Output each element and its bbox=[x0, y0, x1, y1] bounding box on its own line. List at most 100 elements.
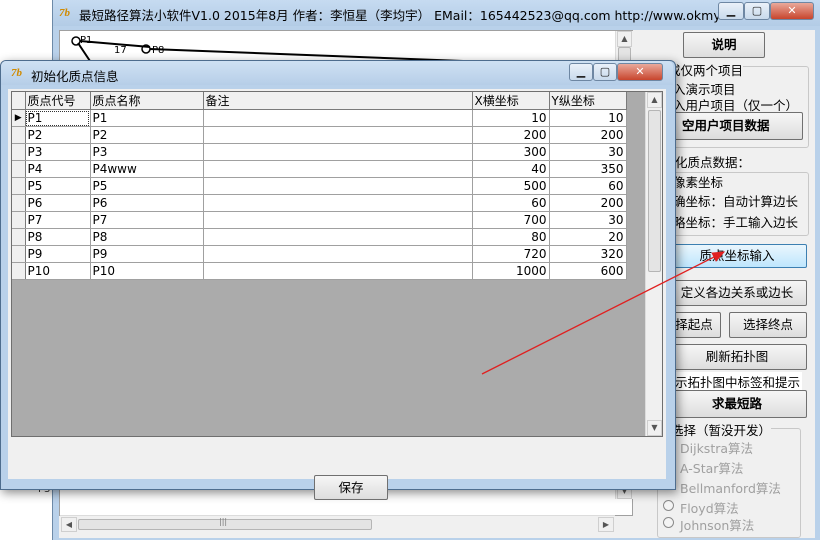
cell-name[interactable]: P1 bbox=[90, 109, 204, 127]
table-row[interactable]: P6 P6 60 200 bbox=[12, 194, 646, 212]
table-row[interactable]: P8 P8 80 20 bbox=[12, 228, 646, 246]
edge-label: 17 bbox=[114, 45, 127, 56]
rough-coord-option[interactable]: 略坐标：手工输入边长 bbox=[673, 212, 798, 231]
cell-note[interactable] bbox=[203, 194, 473, 212]
cell-x[interactable]: 200 bbox=[472, 126, 550, 144]
cell-note[interactable] bbox=[203, 160, 473, 178]
cell-y[interactable]: 600 bbox=[549, 262, 627, 280]
scroll-left-button[interactable]: ◀ bbox=[61, 517, 77, 532]
cell-code[interactable]: P7 bbox=[25, 211, 91, 229]
cell-note[interactable] bbox=[203, 245, 473, 263]
cell-code[interactable]: P8 bbox=[25, 228, 91, 246]
cell-x[interactable]: 500 bbox=[472, 177, 550, 195]
main-close-button[interactable]: ✕ bbox=[770, 2, 814, 20]
cell-note[interactable] bbox=[203, 109, 473, 127]
pixel-coord-option[interactable]: 像素坐标 bbox=[673, 172, 723, 191]
shortest-path-button[interactable]: 求最短路 bbox=[667, 390, 807, 418]
cell-name[interactable]: P3 bbox=[90, 143, 204, 161]
cell-name[interactable]: P9 bbox=[90, 245, 204, 263]
cell-note[interactable] bbox=[203, 211, 473, 229]
cell-code[interactable]: P9 bbox=[25, 245, 91, 263]
cell-x[interactable]: 720 bbox=[472, 245, 550, 263]
grid-scroll-thumb[interactable] bbox=[648, 110, 661, 272]
cell-code[interactable]: P2 bbox=[25, 126, 91, 144]
scroll-up-button[interactable]: ▲ bbox=[617, 31, 632, 47]
cell-y[interactable]: 30 bbox=[549, 211, 627, 229]
refresh-topology-button[interactable]: 刷新拓扑图 bbox=[667, 344, 807, 370]
cell-code[interactable]: P4 bbox=[25, 160, 91, 178]
coord-input-button[interactable]: 质点坐标输入 bbox=[667, 244, 807, 268]
dialog-minimize-button[interactable]: ▁ bbox=[569, 63, 593, 81]
cell-code[interactable]: P5 bbox=[25, 177, 91, 195]
select-end-button[interactable]: 选择终点 bbox=[729, 312, 807, 338]
cell-y[interactable]: 350 bbox=[549, 160, 627, 178]
save-button[interactable]: 保存 bbox=[314, 475, 388, 500]
cell-name[interactable]: P4www bbox=[90, 160, 204, 178]
cell-name[interactable]: P6 bbox=[90, 194, 204, 212]
cell-code[interactable]: P3 bbox=[25, 143, 91, 161]
table-row[interactable]: P4 P4www 40 350 bbox=[12, 160, 646, 178]
table-row[interactable]: P5 P5 500 60 bbox=[12, 177, 646, 195]
cell-y[interactable]: 320 bbox=[549, 245, 627, 263]
cell-code[interactable]: P6 bbox=[25, 194, 91, 212]
cell-note[interactable] bbox=[203, 262, 473, 280]
table-row[interactable]: ▶ P1 P1 10 10 bbox=[12, 109, 646, 127]
column-header[interactable]: X横坐标 bbox=[472, 92, 550, 110]
canvas-horizontal-scrollbar[interactable]: ◀ ||| ▶ bbox=[60, 515, 615, 533]
cell-y[interactable]: 10 bbox=[549, 109, 627, 127]
cell-note[interactable] bbox=[203, 177, 473, 195]
cell-x[interactable]: 1000 bbox=[472, 262, 550, 280]
table-row[interactable]: P10 P10 1000 600 bbox=[12, 262, 646, 280]
cell-y[interactable]: 60 bbox=[549, 177, 627, 195]
cell-note[interactable] bbox=[203, 126, 473, 144]
column-header[interactable]: 质点名称 bbox=[90, 92, 204, 110]
table-row[interactable]: P7 P7 700 30 bbox=[12, 211, 646, 229]
cell-code[interactable]: P1 bbox=[25, 109, 91, 127]
scroll-thumb-horizontal[interactable]: ||| bbox=[78, 517, 372, 530]
main-minimize-button[interactable]: ▁ bbox=[718, 2, 744, 20]
dialog-close-button[interactable]: ✕ bbox=[617, 63, 663, 81]
show-labels-checkbox[interactable]: 示拓扑图中标签和提示 bbox=[673, 372, 803, 391]
johnson-radio[interactable] bbox=[663, 517, 674, 528]
points-data-grid[interactable]: 质点代号 质点名称 备注 X横坐标 Y纵坐标 ▶ P1 P1 10 10 P2 P2 200 2… bbox=[11, 91, 663, 437]
cell-note[interactable] bbox=[203, 228, 473, 246]
cell-name[interactable]: P10 bbox=[90, 262, 204, 280]
clear-user-data-button[interactable]: 空用户项目数据 bbox=[667, 112, 803, 140]
grid-scroll-down-button[interactable]: ▼ bbox=[647, 420, 662, 436]
cell-name[interactable]: P5 bbox=[90, 177, 204, 195]
cell-name[interactable]: P7 bbox=[90, 211, 204, 229]
cell-code[interactable]: P10 bbox=[25, 262, 91, 280]
algo-dijkstra-option[interactable]: Dijkstra算法 bbox=[680, 438, 753, 457]
cell-name[interactable]: P8 bbox=[90, 228, 204, 246]
table-row[interactable]: P9 P9 720 320 bbox=[12, 245, 646, 263]
cell-x[interactable]: 10 bbox=[472, 109, 550, 127]
cell-note[interactable] bbox=[203, 143, 473, 161]
grid-scroll-up-button[interactable]: ▲ bbox=[647, 92, 662, 108]
cell-y[interactable]: 20 bbox=[549, 228, 627, 246]
define-edges-button[interactable]: 定义各边关系或边长 bbox=[667, 280, 807, 306]
grid-vertical-scrollbar[interactable]: ▲ ▼ bbox=[645, 92, 662, 436]
table-row[interactable]: P3 P3 300 30 bbox=[12, 143, 646, 161]
floyd-radio[interactable] bbox=[663, 500, 674, 511]
table-row[interactable]: P2 P2 200 200 bbox=[12, 126, 646, 144]
cell-name[interactable]: P2 bbox=[90, 126, 204, 144]
dialog-maximize-button[interactable]: ▢ bbox=[593, 63, 617, 81]
precise-coord-option[interactable]: 确坐标：自动计算边长 bbox=[673, 191, 798, 210]
column-header[interactable]: 质点代号 bbox=[25, 92, 91, 110]
column-header[interactable]: 备注 bbox=[203, 92, 473, 110]
cell-x[interactable]: 40 bbox=[472, 160, 550, 178]
algo-astar-option[interactable]: A-Star算法 bbox=[680, 458, 743, 477]
cell-y[interactable]: 30 bbox=[549, 143, 627, 161]
cell-y[interactable]: 200 bbox=[549, 126, 627, 144]
algo-johnson-option[interactable]: Johnson算法 bbox=[680, 515, 754, 534]
cell-x[interactable]: 300 bbox=[472, 143, 550, 161]
cell-x[interactable]: 80 bbox=[472, 228, 550, 246]
cell-x[interactable]: 60 bbox=[472, 194, 550, 212]
column-header[interactable]: Y纵坐标 bbox=[549, 92, 627, 110]
cell-x[interactable]: 700 bbox=[472, 211, 550, 229]
algo-bellmanford-option[interactable]: Bellmanford算法 bbox=[680, 478, 781, 497]
help-button[interactable]: 说明 bbox=[683, 32, 765, 58]
main-maximize-button[interactable]: ▢ bbox=[744, 2, 770, 20]
cell-y[interactable]: 200 bbox=[549, 194, 627, 212]
scroll-right-button[interactable]: ▶ bbox=[598, 517, 614, 532]
